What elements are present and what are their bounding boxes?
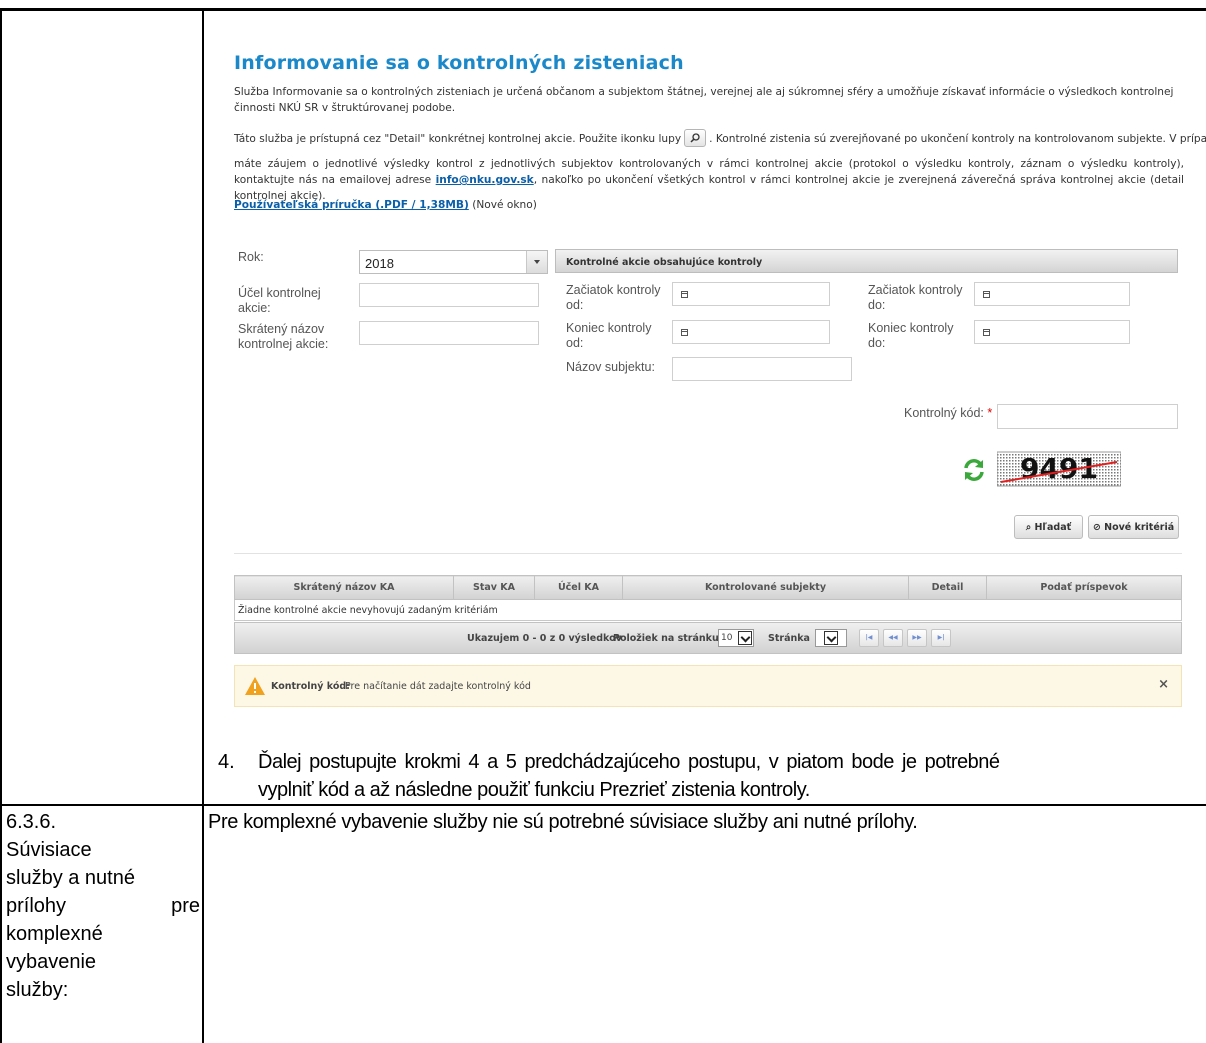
last-page-icon[interactable]: ▶| bbox=[931, 629, 951, 647]
zaciatok-do-label: Začiatok kontroly do: bbox=[868, 283, 963, 312]
access-text-1: Táto služba je prístupná cez "Detail" ko… bbox=[234, 133, 682, 145]
step-text: Ďalej postupujte krokmi 4 a 5 predchádza… bbox=[258, 748, 1202, 804]
email-link[interactable]: info@nku.gov.sk bbox=[436, 174, 534, 186]
empty-message: Žiadne kontrolné akcie nevyhovujú zadaný… bbox=[234, 599, 1182, 621]
per-page-value: 10 bbox=[721, 633, 733, 643]
rok-value: 2018 bbox=[365, 256, 394, 271]
nazov-subjektu-input[interactable] bbox=[672, 357, 852, 381]
row-label-line: komplexné bbox=[6, 923, 103, 945]
close-icon[interactable]: × bbox=[1158, 677, 1169, 692]
calendar-icon[interactable] bbox=[681, 291, 688, 298]
row-label-line: vybavenie bbox=[6, 951, 97, 973]
column-header[interactable]: Detail bbox=[908, 575, 987, 600]
calendar-icon[interactable] bbox=[983, 329, 990, 336]
skrateny-nazov-label: Skrátený názov kontrolnej akcie: bbox=[238, 322, 329, 351]
per-page-select[interactable]: 10 bbox=[718, 629, 754, 647]
row-label-line: Súvisiace bbox=[6, 839, 92, 861]
service-intro: Služba Informovanie sa o kontrolných zis… bbox=[234, 84, 1184, 116]
zaciatok-od-input[interactable] bbox=[672, 282, 830, 306]
kod-label-text: Kontrolný kód: bbox=[904, 406, 984, 420]
next-page-icon[interactable]: ▶▶ bbox=[907, 629, 927, 647]
kontrolny-kod-input[interactable] bbox=[997, 404, 1178, 429]
reset-label: Nové kritériá bbox=[1104, 522, 1175, 533]
alert-label: Kontrolný kód: bbox=[271, 681, 350, 692]
chevron-down-icon bbox=[824, 631, 838, 645]
reset-icon: ⊘ bbox=[1092, 522, 1105, 533]
chevron-down-icon bbox=[738, 631, 752, 645]
table-row-divider bbox=[0, 804, 1206, 806]
alert-message: Pre načítanie dát zadajte kontrolný kód bbox=[345, 681, 531, 692]
column-header[interactable]: Skrátený názov KA bbox=[234, 575, 454, 600]
first-page-icon[interactable]: |◀ bbox=[859, 629, 879, 647]
chevron-down-icon[interactable] bbox=[526, 251, 547, 273]
captcha-text: 9491 bbox=[1020, 452, 1098, 485]
table-row: Žiadne kontrolné akcie nevyhovujú zadaný… bbox=[234, 599, 1182, 621]
magnifier-icon[interactable] bbox=[684, 129, 707, 147]
calendar-icon[interactable] bbox=[681, 329, 688, 336]
panel-kontrolne-akcie[interactable]: Kontrolné akcie obsahujúce kontroly bbox=[555, 249, 1178, 273]
manual-line: Používateľská príručka (.PDF / 1,38MB) (… bbox=[234, 197, 537, 213]
row-label-line: služby a nutné bbox=[6, 867, 135, 889]
ucel-input[interactable] bbox=[359, 283, 539, 307]
service-access-line: Táto služba je prístupná cez "Detail" ko… bbox=[234, 129, 1206, 148]
table-column-divider bbox=[202, 8, 204, 1043]
koniec-do-input[interactable] bbox=[974, 320, 1130, 344]
per-page-label: Položiek na stránku bbox=[613, 633, 719, 644]
refresh-icon[interactable] bbox=[962, 458, 986, 482]
rok-select[interactable]: 2018 bbox=[359, 250, 548, 274]
nazov-subjektu-label: Názov subjektu: bbox=[566, 360, 655, 374]
manual-note: (Nové okno) bbox=[468, 199, 537, 211]
showing-text: Ukazujem 0 - 0 z 0 výsledkov bbox=[467, 633, 622, 644]
table-header-row: Skrátený názov KA Stav KA Účel KA Kontro… bbox=[234, 575, 1182, 600]
warning-icon bbox=[245, 677, 265, 695]
rok-label: Rok: bbox=[238, 250, 264, 264]
captcha-image: 9491 bbox=[997, 451, 1121, 487]
page-label: Stránka bbox=[768, 633, 810, 644]
row-label-line: 6.3.6. bbox=[6, 811, 57, 833]
search-button[interactable]: ⌕ Hľadať bbox=[1014, 515, 1083, 539]
step-text-line-1: Ďalej postupujte krokmi 4 a 5 predchádza… bbox=[258, 751, 1000, 773]
section-divider bbox=[234, 553, 1182, 554]
koniec-od-input[interactable] bbox=[672, 320, 830, 344]
document-page: Informovanie sa o kontrolných zisteniach… bbox=[0, 0, 1206, 1043]
intro-text: Služba Informovanie sa o kontrolných zis… bbox=[234, 86, 1174, 114]
column-header[interactable]: Účel KA bbox=[534, 575, 623, 600]
step-text-line-2: vyplniť kód a až následne použiť funkciu… bbox=[258, 779, 810, 801]
row-label-line: prílohy pre bbox=[6, 895, 200, 917]
koniec-od-label: Koniec kontroly od: bbox=[566, 321, 652, 350]
zaciatok-do-input[interactable] bbox=[974, 282, 1130, 306]
row-label-6-3-6: 6.3.6. Súvisiace služby a nutné prílohy … bbox=[6, 808, 200, 1004]
service-title: Informovanie sa o kontrolných zisteniach bbox=[234, 52, 684, 74]
prev-page-icon[interactable]: ◀◀ bbox=[883, 629, 903, 647]
calendar-icon[interactable] bbox=[983, 291, 990, 298]
column-header[interactable]: Kontrolované subjekty bbox=[622, 575, 909, 600]
required-mark: * bbox=[987, 406, 993, 420]
ucel-label: Účel kontrolnej akcie: bbox=[238, 286, 321, 315]
kontrolny-kod-label: Kontrolný kód: * bbox=[904, 406, 992, 421]
warning-alert: Kontrolný kód: Pre načítanie dát zadajte… bbox=[234, 665, 1182, 707]
new-criteria-button[interactable]: ⊘ Nové kritériá bbox=[1088, 515, 1179, 539]
manual-link[interactable]: Používateľská príručka (.PDF / 1,38MB) bbox=[234, 199, 469, 211]
koniec-do-label: Koniec kontroly do: bbox=[868, 321, 954, 350]
row-content-text: Pre komplexné vybavenie služby nie sú po… bbox=[208, 811, 918, 833]
row-label-line: služby: bbox=[6, 979, 69, 1001]
search-label: Hľadať bbox=[1034, 522, 1072, 533]
table-border-top bbox=[0, 8, 1206, 11]
table-border-left bbox=[0, 8, 2, 1043]
pagination-bar: Ukazujem 0 - 0 z 0 výsledkov Položiek na… bbox=[234, 622, 1182, 654]
results-table: Skrátený názov KA Stav KA Účel KA Kontro… bbox=[234, 575, 1182, 621]
page-select[interactable] bbox=[815, 629, 847, 647]
skrateny-nazov-input[interactable] bbox=[359, 321, 539, 345]
zaciatok-od-label: Začiatok kontroly od: bbox=[566, 283, 661, 312]
column-header[interactable]: Podať príspevok bbox=[986, 575, 1182, 600]
access-text-2: . Kontrolné zistenia sú zverejňované po … bbox=[709, 133, 1206, 145]
column-header[interactable]: Stav KA bbox=[453, 575, 535, 600]
step-number: 4. bbox=[218, 751, 235, 773]
